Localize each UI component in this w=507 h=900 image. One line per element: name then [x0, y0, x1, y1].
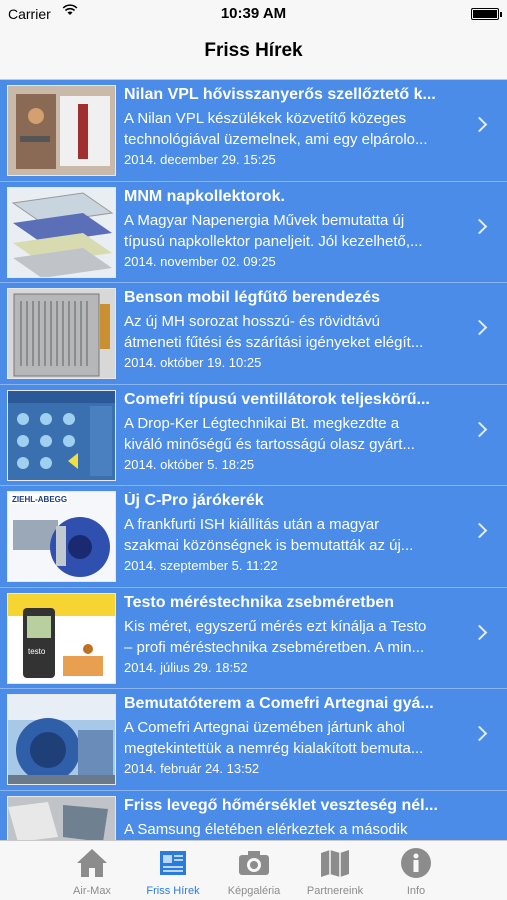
- news-summary: Kis méret, egyszerű mérés ezt kínálja a …: [124, 617, 427, 656]
- news-summary: Az új MH sorozat hosszú- és rövidtávú átm…: [124, 313, 424, 351]
- news-thumbnail-showroom: [7, 694, 116, 785]
- chevron-right-icon: [471, 725, 488, 742]
- news-item[interactable]: ZIEHL-ABEGG Új C-Pro járókerék A frankfu…: [0, 486, 507, 588]
- news-summary: A Nilan VPL készülékek közvetítő közeges…: [124, 110, 428, 148]
- chevron-right-icon: [471, 522, 488, 539]
- news-item[interactable]: Nilan VPL hővisszanyerős szellőztető k..…: [0, 80, 507, 182]
- news-thumbnail-testo: testo: [7, 592, 116, 684]
- news-thumbnail-hvac: [7, 85, 116, 176]
- news-item[interactable]: testo Testo méréstechnika zsebméretben K…: [0, 588, 507, 689]
- page-title: Friss Hírek: [204, 40, 303, 61]
- battery-icon: [471, 8, 502, 20]
- news-title: Comefri típusú ventillátorok teljeskörű.…: [124, 390, 430, 408]
- news-thumbnail-impeller: ZIEHL-ABEGG: [7, 491, 116, 582]
- chevron-right-icon: [471, 319, 488, 336]
- news-thumbnail-fans: [7, 389, 116, 481]
- tab-label: Info: [406, 885, 426, 897]
- news-title: Testo méréstechnika zsebméretben: [124, 593, 395, 611]
- testo-logo-text: testo: [28, 647, 46, 656]
- news-date: 2014. július 29. 18:52: [124, 659, 248, 675]
- tab-label: Partnereink: [306, 885, 364, 897]
- news-title: Benson mobil légfűtő berendezés: [124, 289, 381, 306]
- news-thumbnail-samsung: [7, 795, 116, 840]
- news-date: 2014. december 29. 15:25: [124, 152, 276, 167]
- chevron-right-icon: [471, 421, 488, 437]
- chevron-right-icon: [471, 116, 488, 133]
- map-icon: [319, 847, 351, 879]
- camera-icon: [238, 847, 270, 879]
- news-item[interactable]: MNM napkollektorok. A Magyar Napenergia …: [0, 182, 507, 283]
- news-summary: A frankfurti ISH kiállítás után a magyar…: [124, 516, 414, 554]
- tab-friss-hirek[interactable]: Friss Hírek: [133, 841, 213, 900]
- tab-partnereink[interactable]: Partnereink: [295, 841, 375, 900]
- news-date: 2014. október 5. 18:25: [124, 456, 255, 472]
- tab-info[interactable]: Info: [376, 841, 456, 900]
- news-title: Új C-Pro járókerék: [124, 492, 264, 509]
- news-thumbnail-solar: [7, 186, 116, 278]
- ziehl-logo-text: ZIEHL-ABEGG: [12, 495, 67, 504]
- newspaper-icon: [157, 847, 189, 879]
- news-summary: A Comefri Artegnai üzemében jártunk ahol…: [124, 719, 424, 757]
- news-title: Bemutatóterem a Comefri Artegnai gyá...: [124, 695, 434, 712]
- navigation-bar: Friss Hírek: [0, 28, 507, 80]
- status-bar: Carrier 10:39 AM: [0, 0, 507, 28]
- news-item[interactable]: Bemutatóterem a Comefri Artegnai gyá... …: [0, 689, 507, 791]
- news-date: 2014. február 24. 13:52: [124, 761, 260, 776]
- news-summary: A Magyar Napenergia Művek bemutatta új tí…: [124, 211, 423, 250]
- news-item[interactable]: Friss levegő hőmérséklet veszteség nél..…: [0, 791, 507, 840]
- info-icon: [400, 847, 432, 879]
- tab-air-max[interactable]: Air-Max: [52, 841, 132, 900]
- news-date: 2014. november 02. 09:25: [124, 253, 276, 269]
- tab-label: Képgaléria: [227, 885, 281, 897]
- news-title: MNM napkollektorok.: [124, 187, 285, 205]
- chevron-right-icon: [471, 218, 488, 234]
- tab-kepgaleria[interactable]: Képgaléria: [214, 841, 294, 900]
- tab-label: Friss Hírek: [146, 885, 200, 897]
- news-title: Friss levegő hőmérséklet veszteség nél..…: [124, 796, 438, 814]
- news-thumbnail-heater: [7, 288, 116, 379]
- clock: 10:39 AM: [220, 5, 287, 22]
- tab-label: Air-Max: [73, 885, 111, 897]
- news-date: 2014. október 19. 10:25: [124, 355, 262, 370]
- news-list[interactable]: Nilan VPL hővisszanyerős szellőztető k..…: [0, 80, 507, 840]
- chevron-right-icon: [471, 624, 488, 640]
- news-summary: A Drop-Ker Légtechnikai Bt. megkezdte ak…: [124, 414, 415, 453]
- news-date: 2014. szeptember 5. 11:22: [124, 558, 278, 573]
- news-item[interactable]: Benson mobil légfűtő berendezés Az új MH…: [0, 283, 507, 385]
- home-icon: [76, 847, 108, 879]
- news-item[interactable]: Comefri típusú ventillátorok teljeskörű.…: [0, 385, 507, 486]
- news-title: Nilan VPL hővisszanyerős szellőztető k..…: [124, 86, 436, 103]
- news-summary: A Samsung életében elérkeztek a második: [124, 820, 408, 838]
- tab-bar: Air-Max Friss Hírek Képgaléria Partnerei…: [0, 840, 507, 900]
